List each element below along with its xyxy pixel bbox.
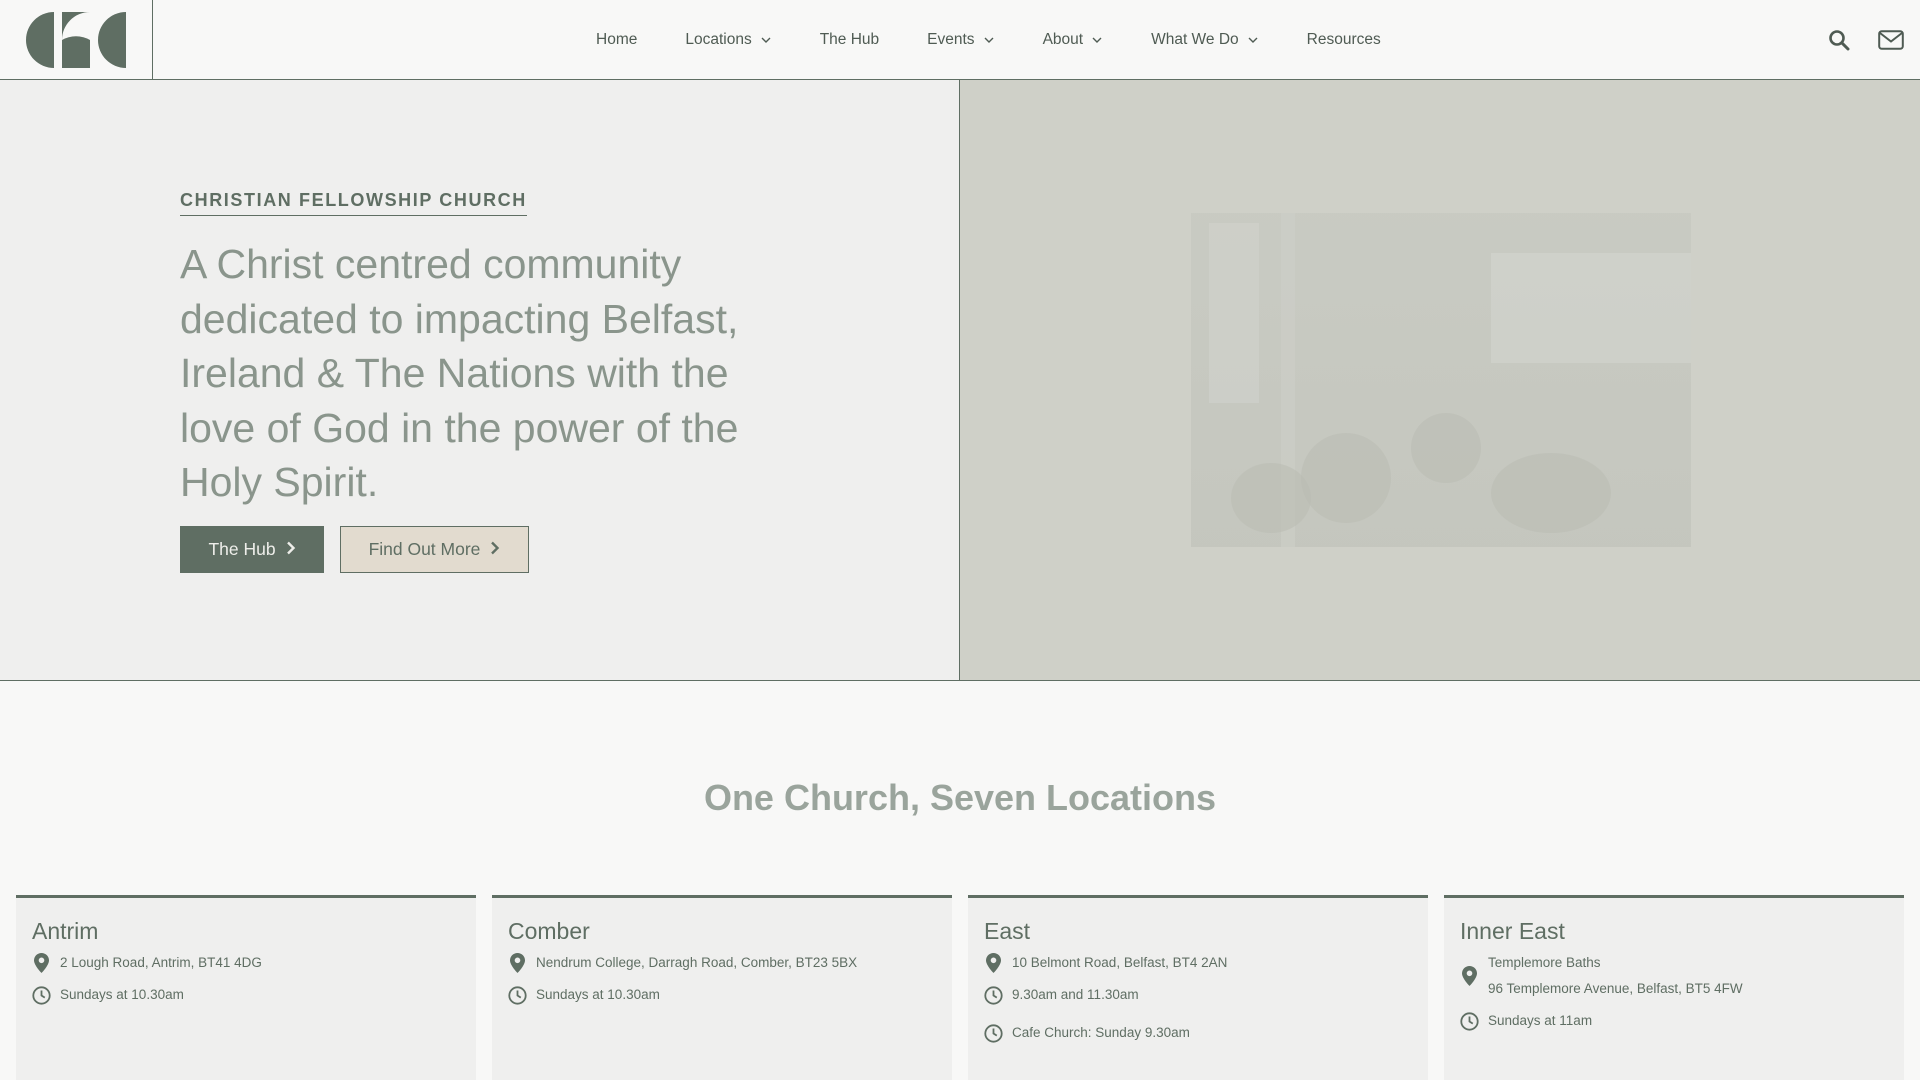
nav-label: The Hub (819, 31, 880, 48)
nav-what-we-do[interactable]: What We Do (1127, 0, 1283, 80)
clock-icon (508, 985, 527, 1005)
button-label: The Hub (208, 539, 276, 559)
nav-events[interactable]: Events (903, 0, 1018, 80)
address-line: Templemore Baths (1488, 955, 1601, 970)
service-time: Sundays at 10.30am (60, 987, 184, 1002)
clock-icon (984, 1023, 1003, 1043)
address-line: 2 Lough Road, Antrim, BT41 4DG (60, 955, 262, 970)
nav-label: Events (927, 31, 975, 48)
search-icon[interactable] (1826, 27, 1852, 53)
chevron-down-icon (1091, 34, 1103, 46)
location-address: Templemore Baths 96 Templemore Avenue, B… (1460, 950, 1743, 1002)
clock-icon (1460, 1011, 1479, 1031)
nav-home[interactable]: Home (572, 0, 661, 80)
site-header: Home Locations The Hub Events About What… (0, 0, 1920, 80)
location-card-comber[interactable]: Comber Nendrum College, Darragh Road, Co… (492, 895, 952, 1080)
locations-title: One Church, Seven Locations (703, 777, 1217, 818)
find-out-more-button[interactable]: Find Out More (340, 526, 529, 573)
location-address: Nendrum College, Darragh Road, Comber, B… (508, 950, 857, 976)
location-name: Inner East (1460, 918, 1565, 944)
location-card-east[interactable]: East 10 Belmont Road, Belfast, BT4 2AN 9… (968, 895, 1428, 1080)
hero-heading: A Christ centred community dedicated to … (180, 241, 739, 505)
nav-the-hub[interactable]: The Hub (796, 0, 903, 80)
service-time: Sundays at 10.30am (536, 987, 660, 1002)
map-pin-icon (32, 953, 51, 973)
logo-link[interactable] (0, 0, 153, 80)
location-address: 2 Lough Road, Antrim, BT41 4DG (32, 950, 262, 976)
cfc-logo (26, 12, 126, 68)
map-pin-icon (508, 953, 527, 973)
the-hub-button[interactable]: The Hub (180, 526, 324, 573)
main-nav: Home Locations The Hub Events About What… (572, 0, 1405, 80)
location-times: Cafe Church: Sunday 9.30am (984, 1020, 1190, 1046)
hero-image (1191, 213, 1691, 547)
map-pin-icon (984, 953, 1003, 973)
address-line: 96 Templemore Avenue, Belfast, BT5 4FW (1488, 981, 1743, 996)
header-actions (1826, 0, 1920, 80)
map-pin-icon (1460, 966, 1479, 986)
location-card-inner-east[interactable]: Inner East Templemore Baths 96 Templemor… (1444, 895, 1904, 1080)
clock-icon (32, 985, 51, 1005)
location-name: Antrim (32, 918, 99, 944)
location-name: Comber (508, 918, 590, 944)
clock-icon (984, 985, 1003, 1005)
location-times: Sundays at 10.30am (32, 982, 184, 1008)
mail-icon[interactable] (1878, 27, 1904, 53)
chevron-right-icon (286, 539, 296, 560)
address-line: Nendrum College, Darragh Road, Comber, B… (536, 955, 858, 970)
hero-media (959, 80, 1920, 681)
button-label: Find Out More (368, 539, 481, 559)
nav-label: Locations (685, 31, 752, 48)
chevron-down-icon (1247, 34, 1259, 46)
hero-eyebrow: CHRISTIAN FELLOWSHIP CHURCH (180, 190, 527, 216)
location-times: 9.30am and 11.30am (984, 982, 1139, 1008)
nav-label: Home (596, 31, 638, 48)
nav-label: What We Do (1151, 31, 1239, 48)
location-name: East (984, 918, 1031, 944)
location-address: 10 Belmont Road, Belfast, BT4 2AN (984, 950, 1227, 976)
chevron-down-icon (983, 34, 995, 46)
hero-intro: CHRISTIAN FELLOWSHIP CHURCH A Christ cen… (0, 80, 959, 681)
location-times: Sundays at 10.30am (508, 982, 660, 1008)
nav-label: About (1042, 31, 1084, 48)
chevron-right-icon (490, 539, 500, 560)
location-card-antrim[interactable]: Antrim 2 Lough Road, Antrim, BT41 4DG Su… (16, 895, 476, 1080)
service-time: 9.30am and 11.30am (1012, 987, 1139, 1002)
nav-about[interactable]: About (1019, 0, 1128, 80)
service-time: Sundays at 11am (1488, 1013, 1593, 1028)
address-block: Templemore Baths 96 Templemore Avenue, B… (1488, 950, 1743, 1002)
service-time: Cafe Church: Sunday 9.30am (1012, 1025, 1190, 1040)
chevron-down-icon (760, 34, 772, 46)
address-line: 10 Belmont Road, Belfast, BT4 2AN (1012, 955, 1228, 970)
location-times: Sundays at 11am (1460, 1008, 1592, 1034)
nav-label: Resources (1306, 31, 1381, 48)
nav-resources[interactable]: Resources (1283, 0, 1405, 80)
nav-locations[interactable]: Locations (661, 0, 795, 80)
